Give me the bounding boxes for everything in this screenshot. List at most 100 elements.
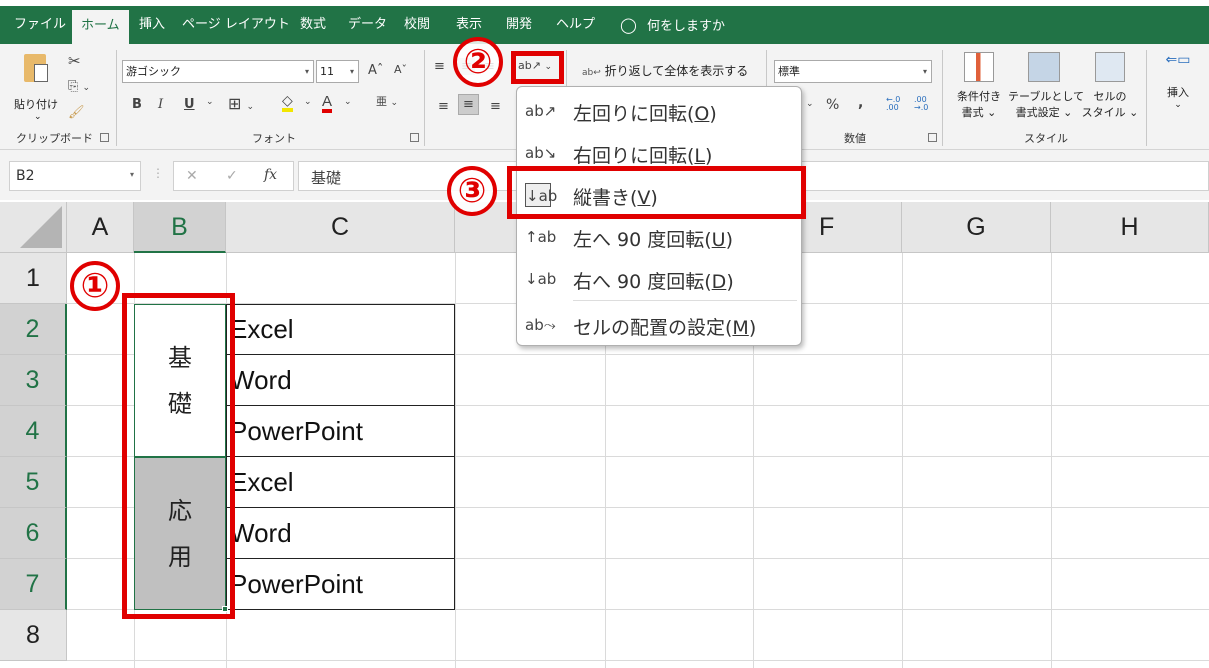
lightbulb-icon: ◯ — [620, 16, 637, 34]
chevron-down-icon: ▾ — [922, 67, 927, 76]
label-text: 左へ 90 度回転( — [573, 229, 712, 251]
ribbon-tab-bar: ファイル ホーム 挿入 ページ レイアウト 数式 データ 校閲 表示 開発 ヘル… — [0, 6, 1209, 44]
row-header-8[interactable]: 8 — [0, 610, 67, 661]
column-header-b[interactable]: B — [134, 202, 226, 253]
underline-dropdown-icon[interactable]: ⌄ — [206, 98, 214, 107]
paste-button[interactable]: 貼り付け ⌄ — [10, 50, 58, 122]
menu-item-format-cell-alignment[interactable]: ab⤳ セルの配置の設定(M) — [517, 304, 801, 346]
insert-cells-button[interactable]: ⇐▭ 挿入 ⌄ — [1156, 52, 1200, 126]
font-color-icon[interactable]: A — [322, 94, 333, 113]
align-left-icon[interactable]: ≡ — [438, 100, 449, 113]
menu-divider — [573, 300, 797, 301]
chevron-down-icon: ⌄ — [1174, 100, 1182, 110]
format-as-table-button[interactable]: テーブルとして 書式設定 ⌄ — [1008, 52, 1085, 126]
increase-decimal-button[interactable]: ←.0 .00 — [886, 96, 900, 112]
font-group-label: フォント — [252, 132, 296, 145]
clipboard-launcher-icon[interactable] — [100, 133, 109, 142]
fill-color-dropdown-icon[interactable]: ⌄ — [304, 98, 312, 107]
conditional-formatting-button[interactable]: 条件付き 書式 ⌄ — [950, 52, 1008, 126]
cell-c2[interactable]: Excel — [226, 304, 455, 355]
insert-function-icon[interactable]: fx — [264, 167, 277, 183]
format-painter-icon[interactable]: 🖌 — [68, 106, 85, 119]
row-header-6[interactable]: 6 — [0, 508, 67, 559]
column-header-h[interactable]: H — [1051, 202, 1209, 253]
row-header-2[interactable]: 2 — [0, 304, 67, 355]
callout-box-1 — [122, 293, 235, 619]
font-launcher-icon[interactable] — [410, 133, 419, 142]
tab-formulas[interactable]: 数式 — [300, 6, 326, 44]
percent-button[interactable]: % — [826, 98, 839, 112]
column-header-a[interactable]: A — [67, 202, 134, 253]
column-header-c[interactable]: C — [226, 202, 455, 253]
menu-item-label: 右へ 90 度回転(D) — [573, 267, 734, 294]
menu-item-rotate-counterclockwise[interactable]: ab↗ 左回りに回転(O) — [517, 90, 801, 132]
font-size-select[interactable]: 11 ▾ — [316, 60, 359, 83]
styles-group-label: スタイル — [1024, 132, 1068, 145]
access-key: U — [711, 229, 726, 251]
cell-c4[interactable]: PowerPoint — [226, 406, 455, 457]
menu-item-label: 右回りに回転(L) — [573, 141, 712, 168]
row-header-5[interactable]: 5 — [0, 457, 67, 508]
tab-help[interactable]: ヘルプ — [556, 6, 595, 44]
tab-insert[interactable]: 挿入 — [139, 6, 165, 44]
grow-font-icon[interactable]: Aˆ — [368, 64, 383, 77]
tab-page-layout[interactable]: ページ レイアウト — [182, 6, 290, 44]
italic-button[interactable]: I — [158, 98, 163, 111]
row-header-4[interactable]: 4 — [0, 406, 67, 457]
menu-item-rotate-up[interactable]: ↑ab 左へ 90 度回転(U) — [517, 216, 801, 258]
align-right-icon[interactable]: ≡ — [490, 100, 501, 113]
cut-icon[interactable]: ✂ — [68, 54, 81, 69]
comma-button[interactable]: , — [858, 96, 863, 110]
number-group-label: 数値 — [844, 132, 866, 145]
row-header-1[interactable]: 1 — [0, 253, 67, 304]
row-header-3[interactable]: 3 — [0, 355, 67, 406]
callout-badge-3: ③ — [447, 166, 497, 216]
font-name-select[interactable]: 游ゴシック ▾ — [122, 60, 314, 83]
tab-data[interactable]: データ — [348, 6, 387, 44]
align-top-icon[interactable]: ≡ — [434, 60, 445, 73]
underline-button[interactable]: U — [184, 98, 195, 111]
tab-developer[interactable]: 開発 — [506, 6, 532, 44]
align-center-icon[interactable]: ≡ — [458, 94, 479, 115]
cell-styles-label-2: スタイル ⌄ — [1081, 106, 1139, 119]
tell-me-search[interactable]: ◯ 何をしますか — [620, 6, 725, 44]
name-box[interactable]: B2 ▾ — [9, 161, 141, 191]
fill-color-icon[interactable]: ◇ — [282, 94, 293, 112]
gridline — [1051, 253, 1052, 668]
tab-home[interactable]: ホーム — [72, 10, 129, 44]
tab-review[interactable]: 校閲 — [404, 6, 430, 44]
tab-file[interactable]: ファイル — [14, 6, 66, 44]
enter-icon[interactable]: ✓ — [226, 168, 238, 184]
phonetic-icon[interactable]: 亜 ⌄ — [376, 96, 398, 108]
number-format-select[interactable]: 標準 ▾ — [774, 60, 932, 83]
menu-item-label: 左へ 90 度回転(U) — [573, 225, 733, 252]
wrap-text-icon: ab↩ — [582, 68, 601, 78]
copy-icon[interactable]: ⎘ ⌄ — [68, 80, 90, 93]
row-header-7[interactable]: 7 — [0, 559, 67, 610]
format-as-table-label-1: テーブルとして — [1008, 90, 1085, 103]
select-all-button[interactable] — [0, 202, 67, 253]
access-key: O — [694, 103, 710, 125]
cell-c7[interactable]: PowerPoint — [226, 559, 455, 610]
number-launcher-icon[interactable] — [928, 133, 937, 142]
cell-c6[interactable]: Word — [226, 508, 455, 559]
borders-icon[interactable]: ⊞ ⌄ — [228, 96, 254, 112]
column-header-g[interactable]: G — [902, 202, 1051, 253]
chevron-down-icon: ▾ — [304, 67, 309, 76]
name-box-value: B2 — [16, 168, 35, 184]
cell-c3[interactable]: Word — [226, 355, 455, 406]
shrink-font-icon[interactable]: Aˇ — [394, 64, 407, 75]
cancel-icon[interactable]: ✕ — [186, 168, 198, 184]
menu-item-rotate-down[interactable]: ↓ab 右へ 90 度回転(D) — [517, 258, 801, 300]
cell-styles-button[interactable]: セルの スタイル ⌄ — [1080, 52, 1140, 126]
accounting-dropdown-icon[interactable]: ⌄ — [806, 100, 814, 109]
bold-button[interactable]: B — [132, 98, 142, 111]
drag-handle-icon[interactable]: ⋮ — [152, 166, 164, 180]
decrease-decimal-button[interactable]: .00 →.0 — [914, 96, 928, 112]
font-color-dropdown-icon[interactable]: ⌄ — [344, 98, 352, 107]
insert-label: 挿入 — [1167, 86, 1189, 99]
separator — [424, 50, 425, 146]
cell-c5[interactable]: Excel — [226, 457, 455, 508]
formula-buttons: ✕ ✓ fx — [173, 161, 294, 191]
wrap-text-button[interactable]: ab↩ 折り返して全体を表示する — [582, 62, 748, 79]
